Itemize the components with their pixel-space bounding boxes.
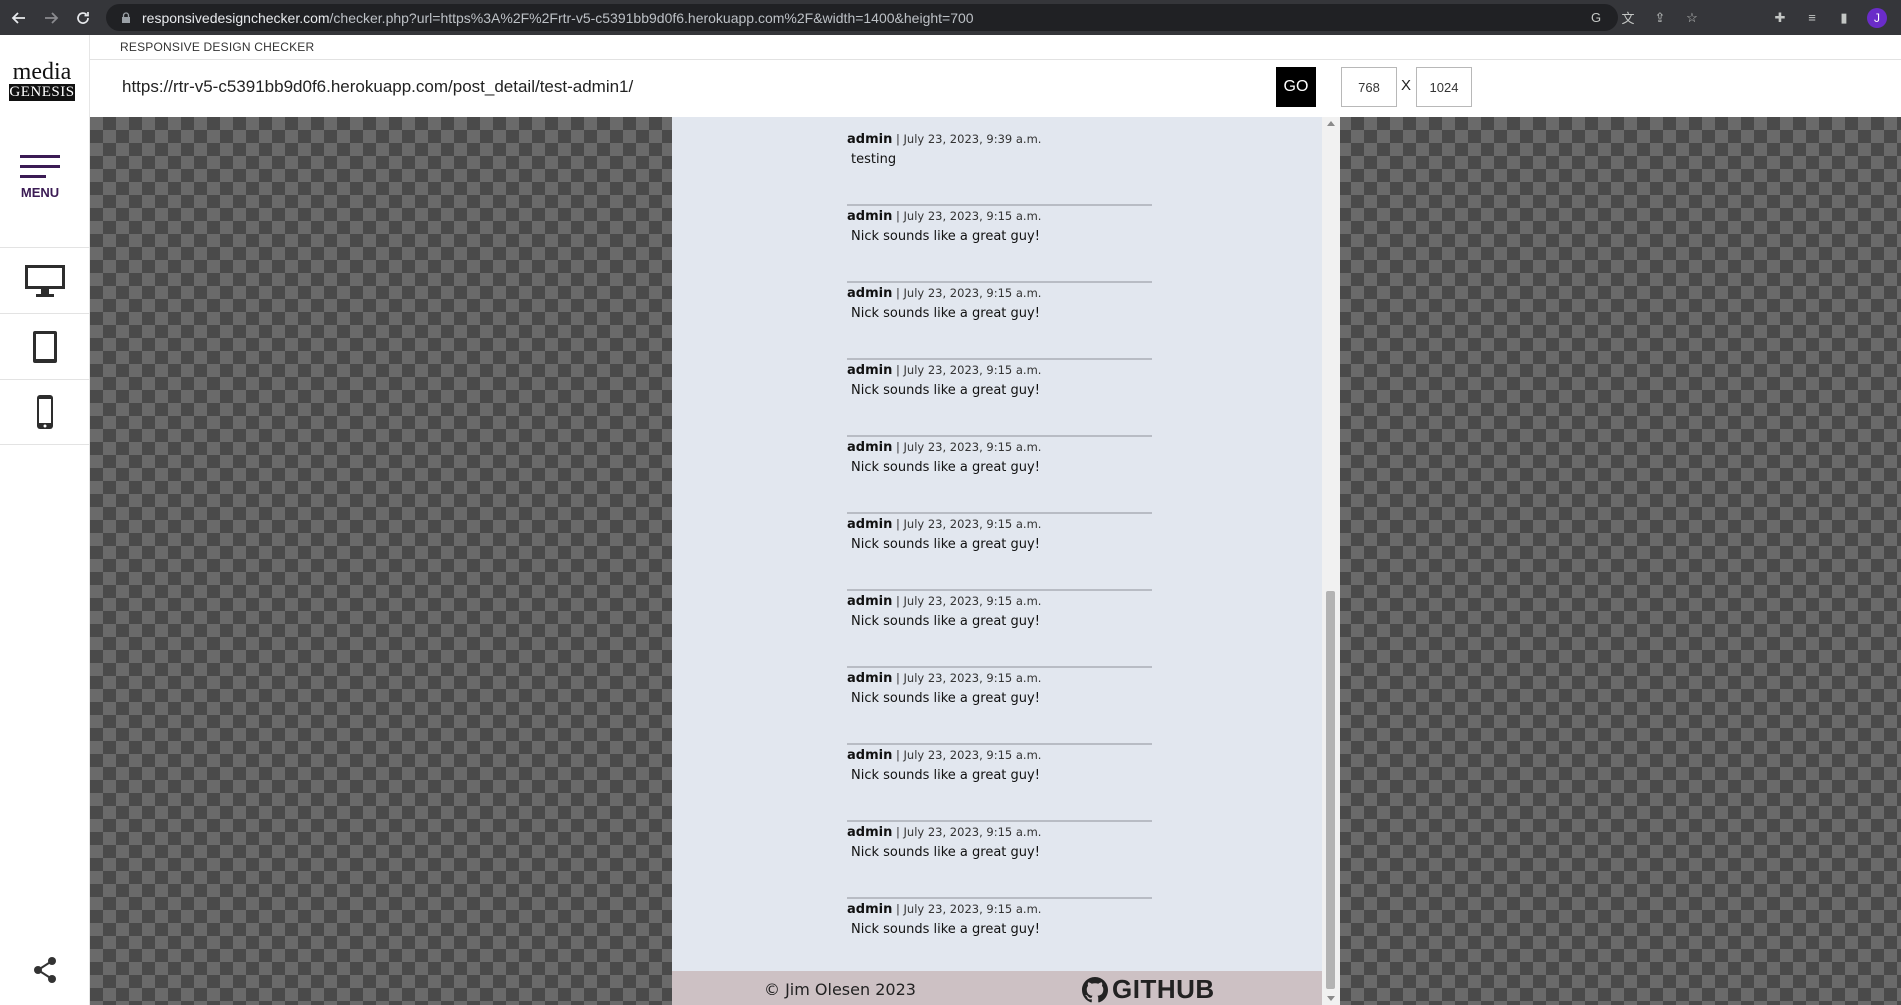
menu-button[interactable]: MENU bbox=[20, 155, 60, 200]
desktop-icon bbox=[25, 264, 65, 297]
comment-item: admin | July 23, 2023, 9:15 a.m. Nick so… bbox=[847, 437, 1152, 514]
comment-date: | July 23, 2023, 9:15 a.m. bbox=[896, 671, 1042, 685]
comment-item: admin | July 23, 2023, 9:15 a.m. Nick so… bbox=[847, 591, 1152, 668]
github-icon bbox=[1082, 976, 1108, 1002]
url-input[interactable] bbox=[118, 68, 1276, 106]
logo-text-top: media bbox=[12, 59, 72, 85]
comment-date: | July 23, 2023, 9:15 a.m. bbox=[896, 440, 1042, 454]
github-label: GITHUB bbox=[1112, 974, 1215, 1004]
comment-date: | July 23, 2023, 9:15 a.m. bbox=[896, 825, 1042, 839]
url-host: responsivedesignchecker.com bbox=[142, 9, 330, 26]
comment-item: admin | July 23, 2023, 9:15 a.m. Nick so… bbox=[847, 283, 1152, 360]
share-page-icon[interactable]: ⇪ bbox=[1651, 9, 1669, 27]
extensions-icon[interactable]: ✚ bbox=[1771, 9, 1789, 27]
comment-item: admin | July 23, 2023, 9:15 a.m. Nick so… bbox=[847, 668, 1152, 745]
comment-date: | July 23, 2023, 9:15 a.m. bbox=[896, 209, 1042, 223]
comment-list: admin | July 23, 2023, 9:39 a.m. testing… bbox=[847, 129, 1152, 976]
comment-body: Nick sounds like a great guy! bbox=[851, 691, 1040, 706]
share-icon[interactable] bbox=[30, 955, 60, 985]
height-input[interactable] bbox=[1416, 67, 1472, 107]
translate-icon[interactable]: 文 bbox=[1619, 9, 1637, 27]
comment-author: admin bbox=[847, 748, 893, 763]
browser-toolbar: responsivedesignchecker.com/checker.php?… bbox=[0, 0, 1901, 35]
comment-date: | July 23, 2023, 9:15 a.m. bbox=[896, 363, 1042, 377]
comment-body: Nick sounds like a great guy! bbox=[851, 306, 1040, 321]
comment-body: Nick sounds like a great guy! bbox=[851, 922, 1040, 937]
logo-text-bottom: GENESIS bbox=[9, 84, 75, 101]
menu-label: MENU bbox=[20, 185, 60, 200]
width-input[interactable] bbox=[1341, 67, 1397, 107]
comment-date: | July 23, 2023, 9:39 a.m. bbox=[896, 132, 1042, 146]
reading-list-icon[interactable]: ≡ bbox=[1803, 9, 1821, 27]
comment-author: admin bbox=[847, 440, 893, 455]
address-bar[interactable]: responsivedesignchecker.com/checker.php?… bbox=[106, 4, 1618, 31]
comment-author: admin bbox=[847, 825, 893, 840]
tablet-icon bbox=[33, 330, 57, 363]
comment-date: | July 23, 2023, 9:15 a.m. bbox=[896, 748, 1042, 762]
scroll-up-icon[interactable] bbox=[1327, 121, 1335, 126]
comment-author: admin bbox=[847, 363, 893, 378]
desktop-view-button[interactable] bbox=[0, 247, 90, 313]
footer-copyright: © Jim Olesen 2023 bbox=[764, 980, 916, 999]
go-button[interactable]: GO bbox=[1276, 67, 1316, 107]
comment-item: admin | July 23, 2023, 9:15 a.m. Nick so… bbox=[847, 899, 1152, 976]
scroll-down-icon[interactable] bbox=[1327, 996, 1335, 1001]
hamburger-icon-line bbox=[20, 165, 60, 168]
comment-item: admin | July 23, 2023, 9:15 a.m. Nick so… bbox=[847, 360, 1152, 437]
comment-author: admin bbox=[847, 594, 893, 609]
comment-item: admin | July 23, 2023, 9:15 a.m. Nick so… bbox=[847, 745, 1152, 822]
hamburger-icon-line bbox=[20, 175, 46, 178]
comment-author: admin bbox=[847, 671, 893, 686]
comment-author: admin bbox=[847, 286, 893, 301]
comment-author: admin bbox=[847, 209, 893, 224]
preview-frame[interactable]: admin | July 23, 2023, 9:39 a.m. testing… bbox=[672, 117, 1340, 1005]
tablet-view-button[interactable] bbox=[0, 313, 90, 379]
hamburger-icon bbox=[20, 155, 60, 158]
side-panel-icon[interactable]: ▮ bbox=[1835, 9, 1853, 27]
comment-author: admin bbox=[847, 902, 893, 917]
comment-body: Nick sounds like a great guy! bbox=[851, 383, 1040, 398]
phone-view-button[interactable] bbox=[0, 379, 90, 445]
comment-body: Nick sounds like a great guy! bbox=[851, 768, 1040, 783]
media-genesis-logo[interactable]: media GENESIS bbox=[9, 59, 75, 101]
comment-body: Nick sounds like a great guy! bbox=[851, 229, 1040, 244]
back-icon[interactable] bbox=[6, 5, 32, 31]
site-footer: © Jim Olesen 2023 GITHUB bbox=[672, 971, 1322, 1005]
github-link[interactable]: GITHUB bbox=[1082, 974, 1215, 1005]
comment-item: admin | July 23, 2023, 9:15 a.m. Nick so… bbox=[847, 822, 1152, 899]
reload-icon[interactable] bbox=[70, 5, 96, 31]
google-icon[interactable]: G bbox=[1587, 9, 1605, 27]
bookmark-star-icon[interactable]: ☆ bbox=[1683, 9, 1701, 27]
comment-date: | July 23, 2023, 9:15 a.m. bbox=[896, 286, 1042, 300]
dimension-separator: X bbox=[1401, 77, 1412, 94]
scrollbar-thumb[interactable] bbox=[1326, 591, 1335, 989]
url-path: /checker.php?url=https%3A%2F%2Frtr-v5-c5… bbox=[329, 9, 974, 26]
comment-date: | July 23, 2023, 9:15 a.m. bbox=[896, 517, 1042, 531]
profile-avatar[interactable]: J bbox=[1867, 7, 1887, 28]
forward-icon[interactable] bbox=[38, 5, 64, 31]
phone-icon bbox=[37, 395, 53, 429]
comment-body: Nick sounds like a great guy! bbox=[851, 537, 1040, 552]
sidebar: media GENESIS MENU bbox=[0, 35, 90, 1005]
comment-date: | July 23, 2023, 9:15 a.m. bbox=[896, 902, 1042, 916]
comment-body: Nick sounds like a great guy! bbox=[851, 614, 1040, 629]
comment-item: admin | July 23, 2023, 9:15 a.m. Nick so… bbox=[847, 206, 1152, 283]
comment-item: admin | July 23, 2023, 9:39 a.m. testing bbox=[847, 129, 1152, 206]
preview-scrollbar[interactable] bbox=[1322, 117, 1340, 1005]
page-title: RESPONSIVE DESIGN CHECKER bbox=[120, 40, 315, 54]
divider bbox=[90, 59, 1901, 60]
comment-author: admin bbox=[847, 517, 893, 532]
comment-author: admin bbox=[847, 132, 893, 147]
comment-body: Nick sounds like a great guy! bbox=[851, 845, 1040, 860]
comment-body: Nick sounds like a great guy! bbox=[851, 460, 1040, 475]
comment-item: admin | July 23, 2023, 9:15 a.m. Nick so… bbox=[847, 514, 1152, 591]
comment-body: testing bbox=[851, 152, 897, 167]
comment-date: | July 23, 2023, 9:15 a.m. bbox=[896, 594, 1042, 608]
lock-icon bbox=[122, 11, 130, 23]
